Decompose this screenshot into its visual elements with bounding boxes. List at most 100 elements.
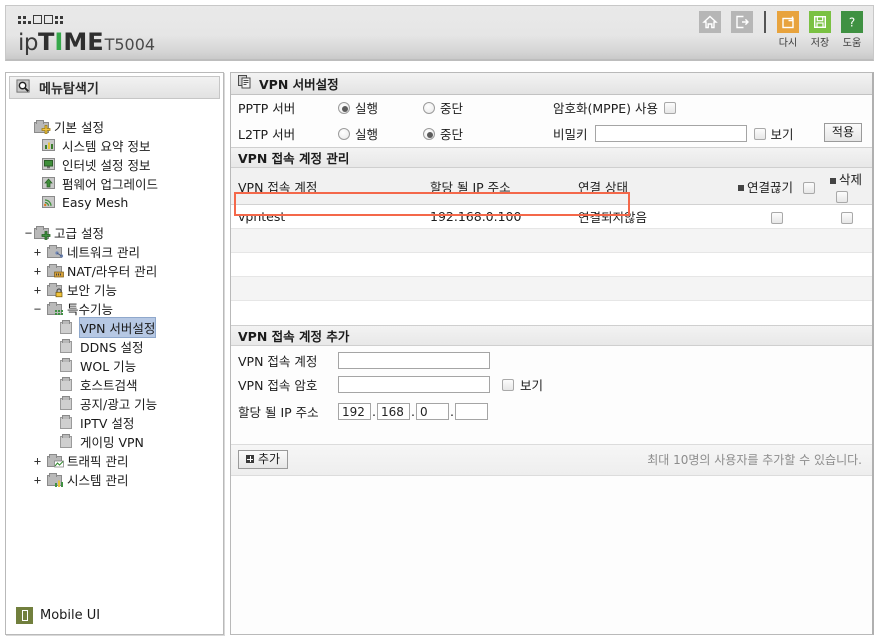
sidebar-item-sysmgr-expander[interactable]: +	[32, 474, 43, 486]
ip-octet-4[interactable]	[454, 403, 488, 420]
pptp-server-row: PPTP 서버 실행 중단 암호화(MPPE) 사용	[231, 95, 872, 120]
ip-octet-2[interactable]	[376, 403, 410, 420]
toolbar-save[interactable]: 저장	[807, 11, 833, 49]
toolbar-restart-caption: 다시	[778, 38, 798, 49]
empty-cell	[571, 300, 731, 325]
empty-cell	[231, 276, 423, 301]
panel-title-bar: VPN 서버설정	[231, 73, 872, 95]
page-icon	[60, 433, 76, 449]
password-show-label: 보기	[520, 378, 544, 393]
l2tp-run-radio-option[interactable]: 실행	[338, 124, 423, 143]
sidebar-group-advanced[interactable]: − 고급 설정	[20, 223, 223, 242]
sidebar-group-advanced-expander[interactable]: −	[23, 227, 34, 239]
home-icon[interactable]	[699, 11, 721, 33]
sidebar-item-security-label: 보안 기능	[67, 283, 117, 298]
add-password-input[interactable]	[338, 376, 490, 393]
l2tp-stop-radio[interactable]	[423, 127, 435, 140]
mobile-ui-label: Mobile UI	[40, 608, 101, 623]
sidebar-item-vpn-server-label: VPN 서버설정	[78, 317, 157, 338]
table-row-empty	[231, 228, 872, 253]
restart-icon[interactable]	[777, 11, 799, 33]
row-delete-checkbox[interactable]	[841, 211, 853, 224]
ip-octet-1[interactable]	[338, 403, 371, 420]
page-icon	[60, 376, 76, 392]
grid-icon	[47, 301, 63, 316]
signal-icon	[42, 195, 58, 210]
l2tp-server-label: L2TP 서버	[238, 127, 296, 142]
toolbar-restart[interactable]: 다시	[775, 11, 801, 49]
table-row[interactable]: vpntest 192.168.0.100 연결되지않음	[231, 204, 872, 229]
apply-button[interactable]: 적용	[823, 123, 862, 143]
sidebar-item-notice-ad-label: 공지/광고 기능	[80, 397, 158, 412]
row-disconnect-checkbox[interactable]	[770, 211, 783, 224]
lock-icon	[47, 282, 63, 297]
sidebar-item-gaming-vpn[interactable]: 게이밍 VPN	[20, 432, 223, 451]
sidebar-item-system-summary[interactable]: 시스템 요약 정보	[20, 136, 223, 155]
sidebar-item-host-search[interactable]: 호스트검색	[20, 375, 223, 394]
logout-icon[interactable]	[731, 11, 753, 33]
sidebar-item-ddns[interactable]: DDNS 설정	[20, 337, 223, 356]
disconnect-all-checkbox[interactable]	[803, 182, 815, 194]
empty-cell	[423, 276, 571, 301]
table-header-row: VPN 접속 계정 할당 될 IP 주소 연결 상태 연결끊기 삭제	[231, 168, 872, 205]
sidebar-item-network-mgmt[interactable]: + 네트워크 관리	[20, 242, 223, 261]
sidebar-item-security-expander[interactable]: +	[32, 284, 43, 296]
l2tp-stop-label: 중단	[440, 127, 464, 142]
sidebar-item-special-expander[interactable]: −	[32, 303, 43, 315]
empty-cell	[231, 228, 423, 253]
l2tp-run-radio[interactable]	[338, 127, 350, 140]
mppe-checkbox[interactable]	[664, 101, 676, 114]
add-account-input[interactable]	[338, 351, 490, 369]
sidebar-item-wol-label: WOL 기능	[80, 359, 137, 374]
help-icon[interactable]: ?	[841, 11, 863, 33]
sidebar-item-vpn-server[interactable]: VPN 서버설정	[20, 317, 223, 338]
secret-key-input[interactable]	[594, 125, 747, 142]
sidebar-item-iptv[interactable]: IPTV 설정	[20, 413, 223, 432]
sidebar-item-system-mgmt[interactable]: + 시스템 관리	[20, 470, 223, 489]
add-password-row: VPN 접속 암호 보기	[231, 372, 872, 398]
pptp-stop-radio-option[interactable]: 중단	[423, 98, 553, 117]
pptp-run-radio[interactable]	[338, 101, 350, 114]
brand-logo: ip TIME T5004	[18, 28, 155, 56]
brand-dots-icon	[18, 12, 63, 24]
save-icon[interactable]	[809, 11, 831, 33]
mobile-ui-link[interactable]: Mobile UI	[16, 607, 100, 624]
secret-key-label: 비밀키	[553, 127, 588, 142]
ip-dot-1: .	[372, 404, 376, 419]
l2tp-stop-radio-option[interactable]: 중단	[423, 124, 553, 143]
sidebar-item-nat-router[interactable]: + NAT/라우터 관리	[20, 261, 223, 280]
add-button[interactable]: 추가	[238, 449, 289, 470]
cell-status: 연결되지않음	[571, 204, 731, 229]
sidebar-item-nat-expander[interactable]: +	[32, 265, 43, 277]
sidebar-item-easy-mesh[interactable]: Easy Mesh	[20, 193, 223, 212]
logo-t: T	[38, 28, 55, 56]
header-toolbar: 다시 저장 ? 도움	[697, 11, 865, 49]
sidebar-item-wol[interactable]: WOL 기능	[20, 356, 223, 375]
empty-cell	[571, 228, 731, 253]
toolbar-help[interactable]: ? 도움	[839, 11, 865, 49]
sidebar: 메뉴탐색기 기본 설정 시스템 요약 정보 인터넷 설정 정보 펌웨어 업그레이…	[5, 72, 224, 635]
password-show-checkbox[interactable]	[502, 378, 514, 391]
pptp-run-label: 실행	[355, 101, 379, 116]
pptp-stop-radio[interactable]	[423, 101, 435, 114]
sidebar-group-basic[interactable]: 기본 설정	[20, 117, 223, 136]
sidebar-item-network-expander[interactable]: +	[32, 246, 43, 258]
toolbar-home[interactable]	[697, 11, 723, 34]
cell-account: vpntest	[231, 204, 423, 229]
toolbar-logout[interactable]	[729, 11, 755, 34]
sidebar-item-security[interactable]: + 보안 기능	[20, 280, 223, 299]
pptp-server-label: PPTP 서버	[238, 101, 296, 116]
col-status: 연결 상태	[571, 168, 731, 205]
ip-octet-3[interactable]	[415, 403, 449, 420]
sidebar-item-notice-ad[interactable]: 공지/광고 기능	[20, 394, 223, 413]
sidebar-item-firmware-upgrade[interactable]: 펌웨어 업그레이드	[20, 174, 223, 193]
secret-show-checkbox[interactable]	[753, 127, 766, 140]
sidebar-item-traffic-mgmt[interactable]: + 트래픽 관리	[20, 451, 223, 470]
sidebar-item-internet-info[interactable]: 인터넷 설정 정보	[20, 155, 223, 174]
empty-cell	[731, 228, 823, 253]
pptp-run-radio-option[interactable]: 실행	[338, 98, 423, 117]
sidebar-item-traffic-expander[interactable]: +	[32, 455, 43, 467]
delete-all-checkbox[interactable]	[836, 190, 848, 203]
sidebar-item-special[interactable]: − 특수기능	[20, 299, 223, 318]
